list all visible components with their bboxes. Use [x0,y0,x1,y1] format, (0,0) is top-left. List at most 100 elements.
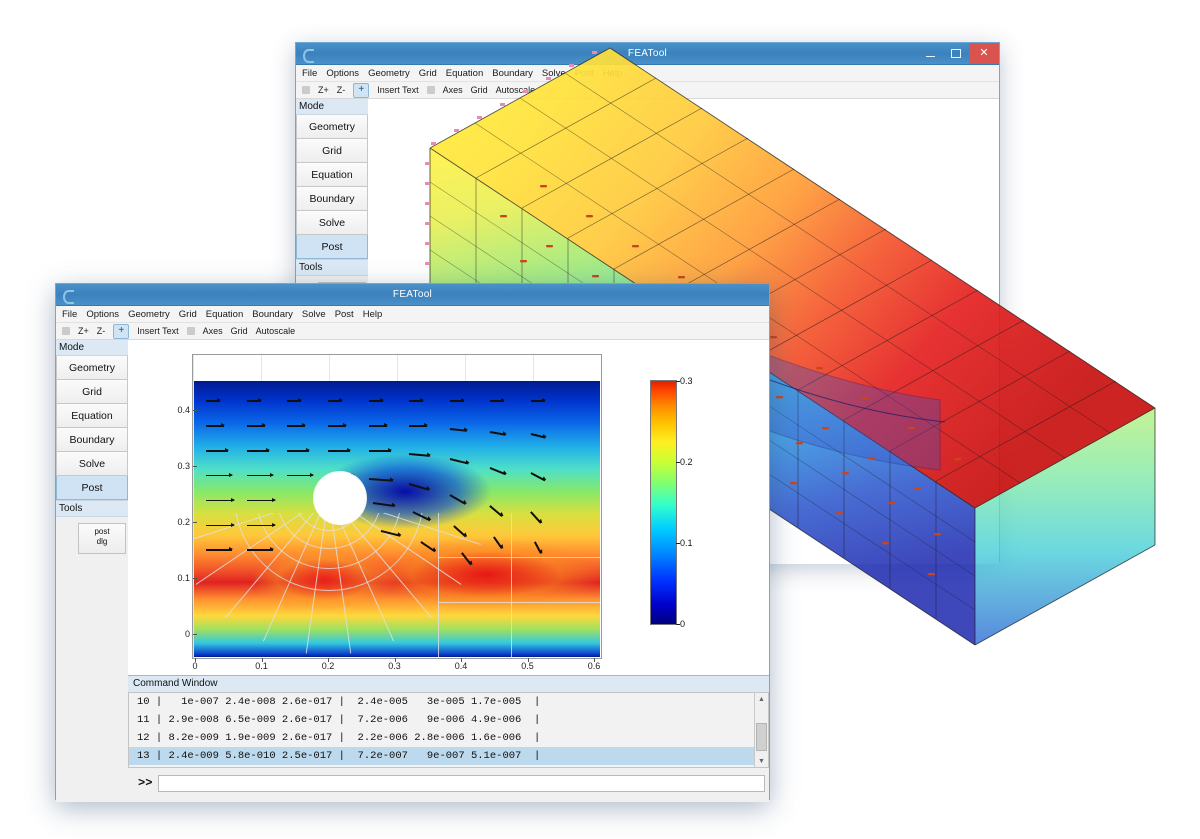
velocity-arrow [409,423,429,427]
plot-area: 0 0.1 0.2 0.3 0.4 0 0.1 0.2 0.3 0.4 0.5 … [150,348,693,693]
menu-item-boundary[interactable]: Boundary [492,68,533,79]
sidebar-item-post-front[interactable]: Post [56,476,128,500]
sidebar-item-equation-front[interactable]: Equation [56,404,128,428]
toolbar-front: Z+ Z- + Insert Text Axes Grid Autoscale [56,323,769,340]
titlebar-front[interactable]: FEATool [56,284,769,306]
colorbar-gradient [651,381,676,624]
menu-item-post-front[interactable]: Post [335,309,354,320]
pointer-icon-front[interactable] [62,327,70,335]
sidebar-item-geometry[interactable]: Geometry [296,115,368,139]
beam-end-face [975,408,1155,645]
menu-item-file-front[interactable]: File [62,309,77,320]
titlebar-back[interactable]: FEATool ✕ [296,43,999,65]
sidebar-item-solve[interactable]: Solve [296,211,368,235]
window-title: FEATool [627,48,668,59]
velocity-arrow [246,448,270,452]
window-body-front: Mode Geometry Grid Equation Boundary Sol… [56,340,769,802]
window-title-front: FEATool [392,289,433,300]
scrollbar-thumb[interactable] [756,723,767,751]
autoscale-button[interactable]: Autoscale [496,85,536,95]
sidebar-item-grid-front[interactable]: Grid [56,380,128,404]
zoom-in-button-front[interactable]: Z+ [78,326,89,336]
zoom-in-button[interactable]: Z+ [318,85,329,95]
velocity-arrow [530,398,546,402]
velocity-arrow [206,423,226,427]
menu-item-help-front[interactable]: Help [363,309,383,320]
sidebar-item-boundary-front[interactable]: Boundary [56,428,128,452]
velocity-arrow [246,522,276,527]
command-output[interactable]: 10 | 1e-007 2.4e-008 2.6e-017 | 2.4e-005… [128,692,769,768]
insert-text-button[interactable]: Insert Text [377,85,418,95]
menu-item-help[interactable]: Help [603,68,623,79]
velocity-arrow [368,398,384,402]
menu-item-grid-front[interactable]: Grid [179,309,197,320]
menu-item-equation[interactable]: Equation [446,68,484,79]
velocity-arrow [246,498,276,502]
tick-mark [193,409,197,411]
velocity-arrow [206,522,236,527]
minimize-button[interactable] [917,43,943,64]
sidebar-item-boundary[interactable]: Boundary [296,187,368,211]
autoscale-button-front[interactable]: Autoscale [256,326,296,336]
grid-button-front[interactable]: Grid [231,326,248,336]
velocity-arrow [449,398,465,402]
sidebar-item-geometry-front[interactable]: Geometry [56,356,128,380]
velocity-arrow [246,423,266,427]
menu-item-equation-front[interactable]: Equation [206,309,244,320]
mode-sidebar-front: Mode Geometry Grid Equation Boundary Sol… [56,340,128,802]
menu-item-grid[interactable]: Grid [419,68,437,79]
add-button[interactable]: + [353,82,370,98]
sidebar-item-solve-front[interactable]: Solve [56,452,128,476]
featool-window-front[interactable]: FEATool File Options Geometry Grid Equat… [55,283,770,802]
menu-item-boundary-front[interactable]: Boundary [252,309,293,320]
zoom-out-button-front[interactable]: Z- [97,326,106,336]
axes-button[interactable]: Axes [443,85,463,95]
add-button-front[interactable]: + [113,323,130,339]
toolbar-back: Z+ Z- + Insert Text Axes Grid Autoscale [296,82,999,99]
field-plot [194,381,600,657]
post-dlg-button-front[interactable]: post dlg [78,523,126,554]
menu-item-options-front[interactable]: Options [86,309,119,320]
axes-button-front[interactable]: Axes [203,326,223,336]
velocity-arrow [287,473,315,477]
maximize-button[interactable] [943,43,969,64]
sidebar-item-equation[interactable]: Equation [296,163,368,187]
velocity-arrow [246,398,262,402]
command-window: Command Window 10 | 1e-007 2.4e-008 2.6e… [128,675,769,802]
scroll-down-icon[interactable]: ▼ [755,755,768,767]
velocity-arrow [287,448,311,452]
menu-item-geometry-front[interactable]: Geometry [128,309,170,320]
pointer-icon[interactable] [302,86,310,94]
command-output-line: 11 | 2.9e-008 6.5e-009 2.6e-017 | 7.2e-0… [137,714,541,726]
mesh-gridline [437,556,600,558]
insert-text-button-front[interactable]: Insert Text [137,326,178,336]
tools-header: Tools [296,259,368,276]
tools-header-front: Tools [56,500,128,517]
velocity-arrow [368,448,392,452]
cursor-icon-front[interactable] [186,327,195,335]
menu-item-file[interactable]: File [302,68,317,79]
maximize-icon [951,49,961,58]
menu-item-options[interactable]: Options [326,68,359,79]
velocity-arrow [287,423,307,427]
menu-item-solve-front[interactable]: Solve [302,309,326,320]
mode-header-front: Mode [56,340,128,356]
sidebar-item-grid[interactable]: Grid [296,139,368,163]
zoom-out-button[interactable]: Z- [337,85,346,95]
colorbar: 0 0.1 0.2 0.3 [650,376,693,629]
grid-button[interactable]: Grid [471,85,488,95]
mode-header: Mode [296,99,368,115]
plot-canvas-2d[interactable]: 0 0.1 0.2 0.3 0.4 0 0.1 0.2 0.3 0.4 0.5 … [128,340,769,802]
scroll-up-icon[interactable]: ▲ [755,693,768,705]
command-input[interactable] [158,774,765,792]
menu-item-geometry[interactable]: Geometry [368,68,410,79]
velocity-arrow [490,398,506,402]
menu-item-post[interactable]: Post [575,68,594,79]
command-output-scrollbar[interactable]: ▲ ▼ [754,693,768,767]
velocity-arrow [246,547,274,551]
close-button[interactable]: ✕ [969,43,999,64]
menubar-front: File Options Geometry Grid Equation Boun… [56,306,769,323]
menu-item-solve[interactable]: Solve [542,68,566,79]
sidebar-item-post[interactable]: Post [296,235,368,259]
cursor-icon[interactable] [426,86,435,94]
